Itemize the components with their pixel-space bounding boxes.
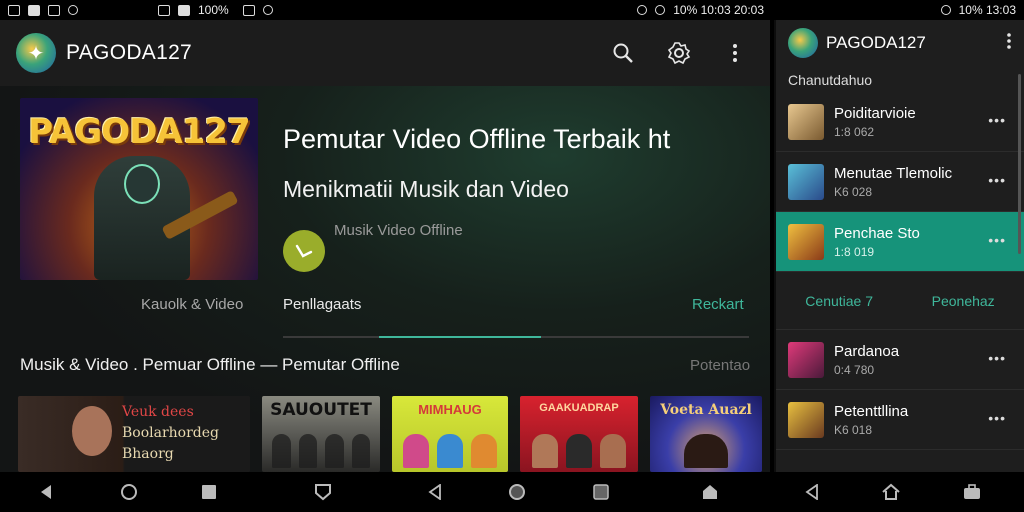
back-icon[interactable] [425,482,445,502]
item-artwork [788,163,824,200]
item-subtitle: 1:8 062 [834,124,875,139]
status-time: 10% 10:03 20:03 [673,3,764,17]
hero-subheadline: Menikmatii Musik dan Video [283,176,569,202]
app-logo-icon[interactable] [788,28,818,58]
thumbnail-title: SAUOUTET [270,400,372,420]
shield-icon[interactable] [313,482,333,502]
item-title: Menutae Tlemolic [834,164,953,182]
home-icon[interactable] [119,482,139,502]
item-menu-icon[interactable]: ••• [988,232,1006,248]
item-subtitle: 0:4 780 [834,362,875,377]
item-menu-icon[interactable]: ••• [988,172,1006,188]
gear-icon[interactable] [666,40,692,66]
play-caption: Musik Video Offline [334,222,463,239]
tab-one[interactable]: Cenutiae 7 [805,293,873,309]
thumbnail-line: Boolarhordeg [122,425,220,441]
thumbnail-title: Voeta Auazl [660,402,752,418]
list-item[interactable]: Menutae Tlemolic K6 028 ••• [776,152,1024,212]
hero-category[interactable]: Kauolk & Video [141,296,243,313]
image-icon [242,4,255,16]
poster-mask [124,164,160,204]
hero-headline: Pemutar Video Offline Terbaik ht [283,124,671,154]
app-logo-icon[interactable]: ✦ [16,33,56,73]
thumbnail-card[interactable]: GAAKUADRAP [520,396,638,472]
battery-text: 100% [198,3,229,17]
thumbnail-row: Veuk dees Boolarhordeg Bhaorg SAUOUTET M… [18,396,762,472]
notification-icon [28,4,40,16]
item-subtitle: 1:8 019 [834,244,875,259]
notification-icon [8,4,20,16]
thumbnail-card[interactable]: MIMHAUG [392,396,508,472]
item-title: Poiditarvioie [834,104,916,122]
item-title: Pardanoa [834,342,900,360]
hero-progress-track[interactable] [283,336,749,338]
thumbnail-line: Veuk dees [122,404,194,420]
hero-progress-fill [379,336,541,338]
item-title: Penchae Sto [834,224,920,242]
list-item-active[interactable]: Penchae Sto 1:8 019 ••• [776,212,1024,272]
bluetooth-icon [637,5,648,15]
briefcase-icon[interactable] [962,482,982,502]
play-button[interactable] [283,230,325,272]
thumbnail-card[interactable]: SAUOUTET [262,396,380,472]
thumbnail-card[interactable]: Veuk dees Boolarhordeg Bhaorg [18,396,250,472]
vibrate-icon [158,4,170,16]
side-status-bar: 10% 13:03 [772,0,1024,20]
list-item[interactable]: Petenttllina K6 018 ••• [776,390,1024,450]
side-panel: PAGODA127 Chanutdahuo Poiditarvioie 1:8 … [774,20,1024,472]
more-vert-icon[interactable] [722,40,748,66]
thumbnail-title: MIMHAUG [418,402,482,417]
item-artwork [788,401,824,438]
thumbnail-card[interactable]: Voeta Auazl [650,396,762,472]
app-bar: ✦ PAGODA127 [0,20,770,86]
item-menu-icon[interactable]: ••• [988,350,1006,366]
home-outline-icon[interactable] [700,482,720,502]
main-panel: ✦ PAGODA127 PAGODA127 Pemutar Video Offl… [0,20,770,472]
location-icon [68,5,78,15]
hero-poster[interactable]: PAGODA127 [20,98,258,280]
search-icon[interactable] [610,40,636,66]
wifi-icon [655,5,666,15]
app-title: PAGODA127 [66,41,193,64]
hero-action-link[interactable]: Reckart [692,296,744,313]
status-bar: 100% 10% 10:03 20:03 [0,0,772,20]
bluetooth-icon [940,5,951,15]
hero-setting-label[interactable]: Penllagaats [283,296,361,313]
poster-title: PAGODA127 [28,112,250,152]
signal-icon [178,4,190,16]
item-artwork [788,103,824,140]
sync-icon [262,5,273,15]
thumbnail-title: GAAKUADRAP [539,402,619,414]
back-icon[interactable] [36,482,56,502]
item-artwork [788,341,824,378]
navigation-bar [0,472,1024,512]
item-title: Petenttllina [834,402,909,420]
item-artwork [788,223,824,260]
row-more-link[interactable]: Potentao [690,357,750,374]
row-title: Musik & Video . Pemuar Offline — Pemutar… [20,355,400,374]
home-outline-icon[interactable] [881,482,901,502]
scrollbar[interactable] [1018,74,1021,254]
side-app-bar: PAGODA127 [776,20,1024,66]
more-vert-icon[interactable] [1006,32,1012,55]
thumbnail-face [72,406,112,456]
tab-two[interactable]: Peonehaz [932,293,995,309]
item-subtitle: K6 018 [834,422,873,437]
home-icon[interactable] [507,482,527,502]
side-title: PAGODA127 [826,33,926,52]
side-status-time: 10% 13:03 [958,3,1016,17]
item-menu-icon[interactable]: ••• [988,410,1006,426]
side-section-title: Chanutdahuo [788,72,873,88]
item-menu-icon[interactable]: ••• [988,112,1006,128]
list-item[interactable]: Poiditarvioie 1:8 062 ••• [776,92,1024,152]
notification-icon [48,4,60,16]
list-item[interactable]: Pardanoa 0:4 780 ••• [776,330,1024,390]
back-icon[interactable] [802,482,822,502]
side-tabs: Cenutiae 7 Peonehaz [776,272,1024,330]
recents-icon[interactable] [199,482,219,502]
recents-icon[interactable] [591,482,611,502]
thumbnail-line: Bhaorg [122,446,174,462]
item-subtitle: K6 028 [834,184,873,199]
